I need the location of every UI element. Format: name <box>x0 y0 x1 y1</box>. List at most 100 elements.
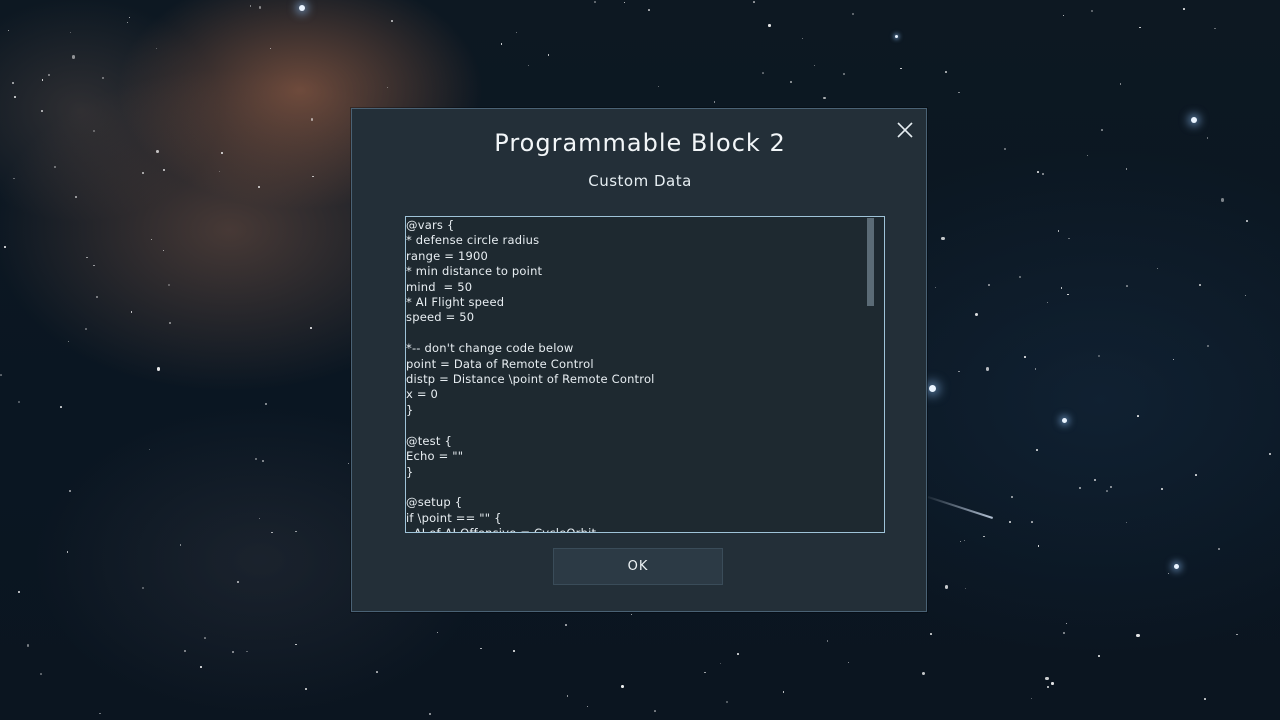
star <box>1097 354 1100 357</box>
star <box>851 13 854 16</box>
star <box>1051 682 1054 685</box>
star <box>479 647 482 650</box>
editor-scrollbar[interactable] <box>867 218 874 306</box>
star <box>262 460 265 463</box>
custom-data-editor[interactable]: @vars { * defense circle radius range = … <box>405 216 885 533</box>
star <box>922 671 926 675</box>
star <box>985 367 989 371</box>
star <box>168 284 171 287</box>
star <box>232 651 235 654</box>
star <box>1031 521 1033 523</box>
star <box>0 373 2 376</box>
star <box>184 649 187 652</box>
star <box>1156 267 1158 270</box>
star <box>310 326 313 329</box>
star <box>163 168 166 171</box>
star <box>1119 83 1122 85</box>
star <box>1037 544 1040 547</box>
dialog-title: Programmable Block 2 <box>494 129 786 157</box>
star <box>429 713 432 716</box>
star <box>1125 521 1127 524</box>
custom-data-text[interactable]: @vars { * defense circle radius range = … <box>406 217 884 532</box>
bright-star <box>299 5 305 11</box>
star <box>218 170 220 172</box>
star <box>128 16 131 19</box>
star <box>631 613 633 616</box>
star <box>1217 547 1220 550</box>
star <box>204 636 207 639</box>
star <box>295 530 297 533</box>
star <box>1067 293 1069 296</box>
star <box>40 673 42 676</box>
star <box>988 284 990 286</box>
shooting-star <box>927 496 993 519</box>
star <box>180 544 182 546</box>
star <box>1125 285 1128 288</box>
star <box>1173 358 1175 360</box>
star <box>311 118 314 121</box>
star <box>1168 572 1170 575</box>
star <box>1030 697 1032 699</box>
star <box>13 177 15 180</box>
star <box>74 195 77 198</box>
star <box>965 588 967 590</box>
star <box>162 249 164 251</box>
ok-button[interactable]: OK <box>553 548 723 585</box>
custom-data-dialog: Programmable Block 2 Custom Data @vars {… <box>351 108 927 612</box>
bright-star <box>894 34 898 38</box>
star <box>1093 478 1096 481</box>
bright-star <box>1191 117 1197 123</box>
star <box>60 406 62 408</box>
star <box>648 9 650 11</box>
star <box>156 367 160 371</box>
star <box>93 264 95 266</box>
star <box>311 175 314 178</box>
star <box>1183 8 1186 10</box>
star <box>255 458 257 460</box>
star <box>594 0 597 3</box>
star <box>547 53 550 56</box>
star <box>726 701 729 704</box>
star <box>1100 129 1103 131</box>
star <box>513 650 515 652</box>
star <box>945 70 948 73</box>
star <box>983 535 985 538</box>
star <box>565 624 567 627</box>
star <box>900 67 903 70</box>
star <box>99 713 101 715</box>
star <box>1008 520 1011 523</box>
star <box>930 633 932 636</box>
star <box>823 96 826 100</box>
star <box>1125 168 1127 170</box>
star <box>1236 634 1238 636</box>
star <box>236 581 239 584</box>
star <box>1139 26 1142 29</box>
star <box>1136 415 1139 418</box>
star <box>1037 171 1039 174</box>
star <box>1024 356 1026 358</box>
star <box>1091 10 1093 12</box>
star <box>150 238 153 240</box>
star <box>621 685 625 689</box>
star <box>1068 237 1070 240</box>
star <box>47 73 50 77</box>
star <box>1062 631 1066 634</box>
star <box>437 631 439 634</box>
star <box>1042 173 1044 176</box>
star <box>8 29 10 31</box>
star <box>26 644 29 647</box>
star <box>246 650 248 653</box>
star <box>762 71 765 74</box>
star <box>271 531 273 534</box>
star <box>501 43 503 45</box>
star <box>1035 449 1038 451</box>
star <box>295 643 298 646</box>
star <box>1195 474 1197 476</box>
star <box>85 328 87 330</box>
star <box>95 296 99 299</box>
star <box>768 24 771 27</box>
star <box>1004 148 1007 151</box>
star <box>269 47 272 50</box>
star <box>3 245 6 248</box>
star <box>658 85 660 87</box>
